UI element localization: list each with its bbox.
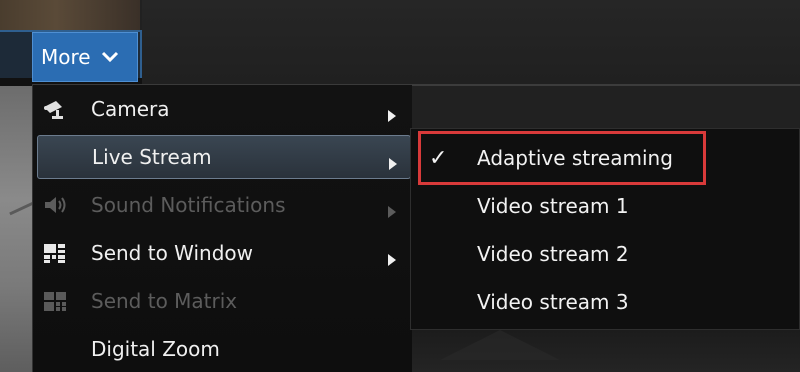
submenu-item-label: Video stream 3 [477, 290, 629, 314]
submenu-item-adaptive-streaming[interactable]: ✓ Adaptive streaming [411, 135, 800, 181]
menu-item-label: Send to Window [91, 241, 254, 265]
submenu-item-label: Adaptive streaming [477, 146, 673, 170]
video-workspace: More Camera Live Stream Sound Notificati… [0, 0, 800, 372]
submenu-arrow-icon [387, 103, 397, 122]
window-grid-icon [41, 240, 69, 266]
background-shape [440, 330, 560, 360]
submenu-item-video-stream-3[interactable]: Video stream 3 [411, 279, 800, 325]
more-menu: Camera Live Stream Sound Notifications S… [32, 84, 412, 372]
video-tile-top-right [142, 0, 800, 84]
submenu-item-label: Video stream 1 [477, 194, 629, 218]
submenu-item-label: Video stream 2 [477, 242, 629, 266]
menu-item-digital-zoom[interactable]: Digital Zoom [33, 327, 413, 371]
menu-item-label: Sound Notifications [91, 193, 286, 217]
camera-icon [41, 96, 69, 122]
menu-item-label: Send to Matrix [91, 289, 238, 313]
video-tile-left [0, 84, 36, 372]
video-tile-top-left [0, 0, 140, 30]
chevron-down-icon [101, 48, 119, 66]
submenu-item-video-stream-2[interactable]: Video stream 2 [411, 231, 800, 277]
checkmark-icon: ✓ [429, 145, 448, 171]
menu-item-label: Digital Zoom [91, 337, 220, 361]
menu-item-label: Live Stream [92, 145, 212, 169]
live-stream-submenu: ✓ Adaptive streaming Video stream 1 Vide… [410, 128, 800, 330]
submenu-item-video-stream-1[interactable]: Video stream 1 [411, 183, 800, 229]
submenu-arrow-icon [387, 247, 397, 266]
menu-item-send-to-window[interactable]: Send to Window [33, 231, 413, 275]
menu-item-sound-notifications: Sound Notifications [33, 183, 413, 227]
more-button[interactable]: More [32, 32, 138, 82]
menu-item-label: Camera [91, 97, 170, 121]
submenu-arrow-icon [387, 199, 397, 218]
matrix-grid-icon [41, 288, 69, 314]
submenu-arrow-icon [388, 151, 398, 170]
menu-item-camera[interactable]: Camera [33, 87, 413, 131]
speaker-icon [41, 192, 69, 218]
more-button-label: More [41, 45, 91, 69]
menu-item-live-stream[interactable]: Live Stream [37, 135, 411, 179]
menu-item-send-to-matrix: Send to Matrix [33, 279, 413, 323]
